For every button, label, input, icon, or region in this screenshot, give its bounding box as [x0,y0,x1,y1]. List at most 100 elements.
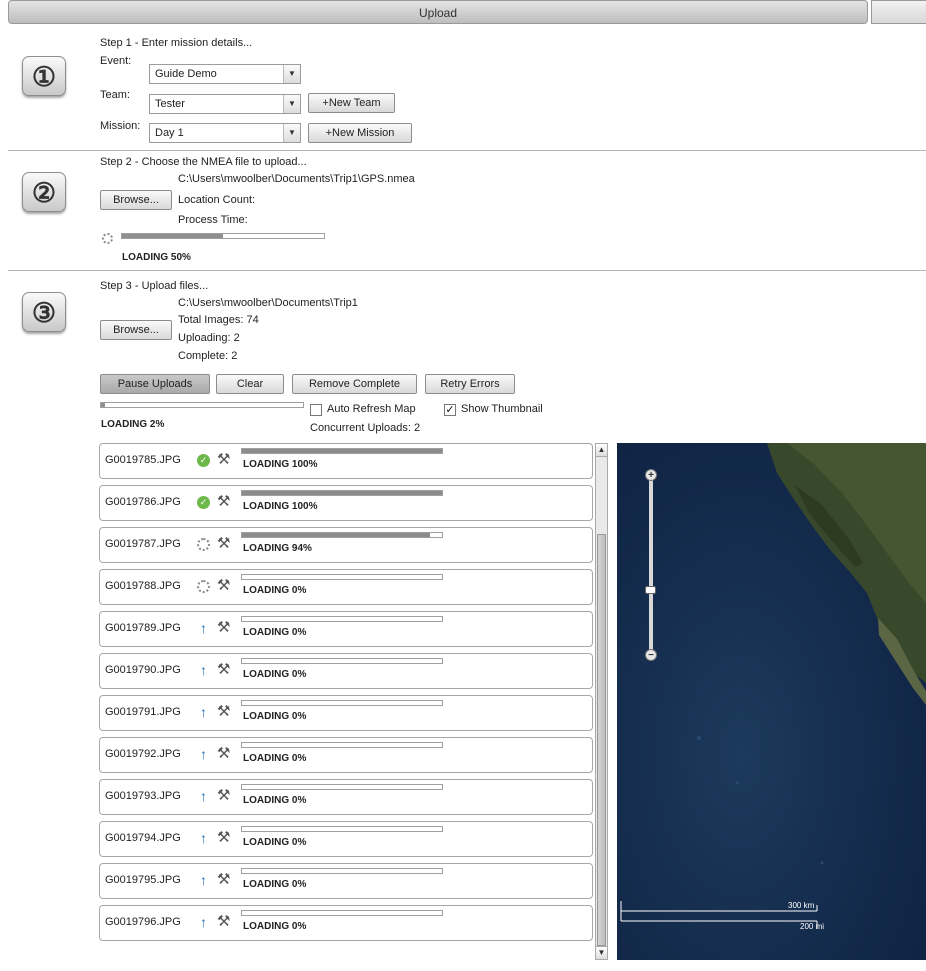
upload-file-name: G0019790.JPG [105,664,181,676]
zoom-slider-thumb[interactable] [645,586,656,595]
tools-icon[interactable]: ⚒ [217,660,230,678]
upload-file-name: G0019796.JPG [105,916,181,928]
upload-arrow-icon: ↑ [200,620,207,636]
scrollbar-thumb[interactable] [597,534,606,946]
upload-loading-text: LOADING 0% [243,627,307,638]
upload-arrow-icon: ↑ [200,872,207,888]
event-label: Event: [100,55,132,67]
event-select[interactable]: Guide Demo ▼ [149,64,301,84]
upload-row[interactable]: G0019791.JPG ↑ ⚒ LOADING 0% [99,695,593,731]
upload-progress-fill [242,491,442,495]
team-select[interactable]: Tester ▼ [149,94,301,114]
tools-icon[interactable]: ⚒ [217,870,230,888]
nmea-progress-fill [122,234,223,238]
show-thumbnail-label[interactable]: Show Thumbnail [461,403,543,415]
upload-progress-bar [241,448,443,454]
tools-icon[interactable]: ⚒ [217,576,230,594]
upload-row[interactable]: G0019794.JPG ↑ ⚒ LOADING 0% [99,821,593,857]
mission-label: Mission: [100,120,141,132]
upload-file-name: G0019789.JPG [105,622,181,634]
window-title-bar: Upload [8,0,868,24]
scale-km-label: 300 km [788,901,815,910]
upload-arrow-icon: ↑ [200,746,207,762]
retry-errors-button[interactable]: Retry Errors [425,374,515,394]
tools-icon[interactable]: ⚒ [217,492,230,510]
upload-file-name: G0019792.JPG [105,748,181,760]
remove-complete-button[interactable]: Remove Complete [292,374,417,394]
mission-select[interactable]: Day 1 ▼ [149,123,301,143]
tools-icon[interactable]: ⚒ [217,912,230,930]
upload-progress-bar [241,658,443,664]
scroll-up-icon[interactable]: ▲ [596,444,607,457]
upload-list-scrollbar[interactable]: ▲ ▼ [595,443,608,960]
upload-row[interactable]: G0019788.JPG ⚒ LOADING 0% [99,569,593,605]
team-label: Team: [100,89,130,101]
nmea-file-path: C:\Users\mwoolber\Documents\Trip1\GPS.nm… [178,173,415,185]
total-images: Total Images: 74 [178,314,259,326]
mission-select-value: Day 1 [155,127,184,139]
upload-progress-bar [241,742,443,748]
upload-loading-text: LOADING 100% [243,459,318,470]
upload-loading-text: LOADING 0% [243,585,307,596]
upload-progress-bar [241,910,443,916]
map-terrain [620,443,926,929]
upload-row[interactable]: G0019790.JPG ↑ ⚒ LOADING 0% [99,653,593,689]
tools-icon[interactable]: ⚒ [217,450,230,468]
scroll-down-icon[interactable]: ▼ [596,946,607,959]
upload-progress-bar [241,616,443,622]
upload-file-name: G0019786.JPG [105,496,181,508]
overall-progress-bar [100,402,304,408]
zoom-out-button[interactable]: − [645,649,657,661]
upload-folder-path: C:\Users\mwoolber\Documents\Trip1 [178,297,358,309]
upload-loading-text: LOADING 0% [243,711,307,722]
upload-progress-bar [241,868,443,874]
zoom-slider-track[interactable] [649,477,653,657]
zoom-in-button[interactable]: + [645,469,657,481]
chevron-down-icon[interactable]: ▼ [283,95,300,113]
upload-row[interactable]: G0019795.JPG ↑ ⚒ LOADING 0% [99,863,593,899]
overall-loading-text: LOADING 2% [101,419,165,430]
tools-icon[interactable]: ⚒ [217,702,230,720]
nmea-browse-button[interactable]: Browse... [100,190,172,210]
tools-icon[interactable]: ⚒ [217,828,230,846]
new-mission-button[interactable]: +New Mission [308,123,412,143]
uploading-count: Uploading: 2 [178,332,240,344]
tools-icon[interactable]: ⚒ [217,618,230,636]
clear-button[interactable]: Clear [216,374,284,394]
upload-file-name: G0019791.JPG [105,706,181,718]
chevron-down-icon[interactable]: ▼ [283,124,300,142]
upload-file-name: G0019787.JPG [105,538,181,550]
upload-row[interactable]: G0019786.JPG ✓ ⚒ LOADING 100% [99,485,593,521]
upload-row[interactable]: G0019787.JPG ⚒ LOADING 94% [99,527,593,563]
new-team-button[interactable]: +New Team [308,93,395,113]
tools-icon[interactable]: ⚒ [217,744,230,762]
map-view[interactable]: + − 300 km 200 mi [617,443,926,960]
upload-loading-text: LOADING 94% [243,543,312,554]
tools-icon[interactable]: ⚒ [217,534,230,552]
auto-refresh-checkbox[interactable] [310,404,322,416]
chevron-down-icon[interactable]: ▼ [283,65,300,83]
team-select-value: Tester [155,98,185,110]
uploading-spinner-icon [197,580,210,593]
upload-loading-text: LOADING 0% [243,753,307,764]
upload-row[interactable]: G0019785.JPG ✓ ⚒ LOADING 100% [99,443,593,479]
loading-spinner-icon [102,233,113,244]
step1-heading: Step 1 - Enter mission details... [100,37,253,49]
nmea-progress-bar [121,233,325,239]
upload-list[interactable]: G0019785.JPG ✓ ⚒ LOADING 100% G0019786.JPG ✓ ⚒… [99,441,594,961]
pause-uploads-button[interactable]: Pause Uploads [100,374,210,394]
event-select-value: Guide Demo [155,68,217,80]
window-title: Upload [418,6,458,20]
upload-loading-text: LOADING 100% [243,501,318,512]
upload-row[interactable]: G0019792.JPG ↑ ⚒ LOADING 0% [99,737,593,773]
complete-check-icon: ✓ [197,454,210,467]
tools-icon[interactable]: ⚒ [217,786,230,804]
auto-refresh-label[interactable]: Auto Refresh Map [327,403,416,415]
upload-row[interactable]: G0019796.JPG ↑ ⚒ LOADING 0% [99,905,593,941]
upload-arrow-icon: ↑ [200,914,207,930]
step3-number-icon: ③ [22,292,66,332]
upload-row[interactable]: G0019793.JPG ↑ ⚒ LOADING 0% [99,779,593,815]
upload-row[interactable]: G0019789.JPG ↑ ⚒ LOADING 0% [99,611,593,647]
show-thumbnail-checkbox[interactable]: ✓ [444,404,456,416]
files-browse-button[interactable]: Browse... [100,320,172,340]
